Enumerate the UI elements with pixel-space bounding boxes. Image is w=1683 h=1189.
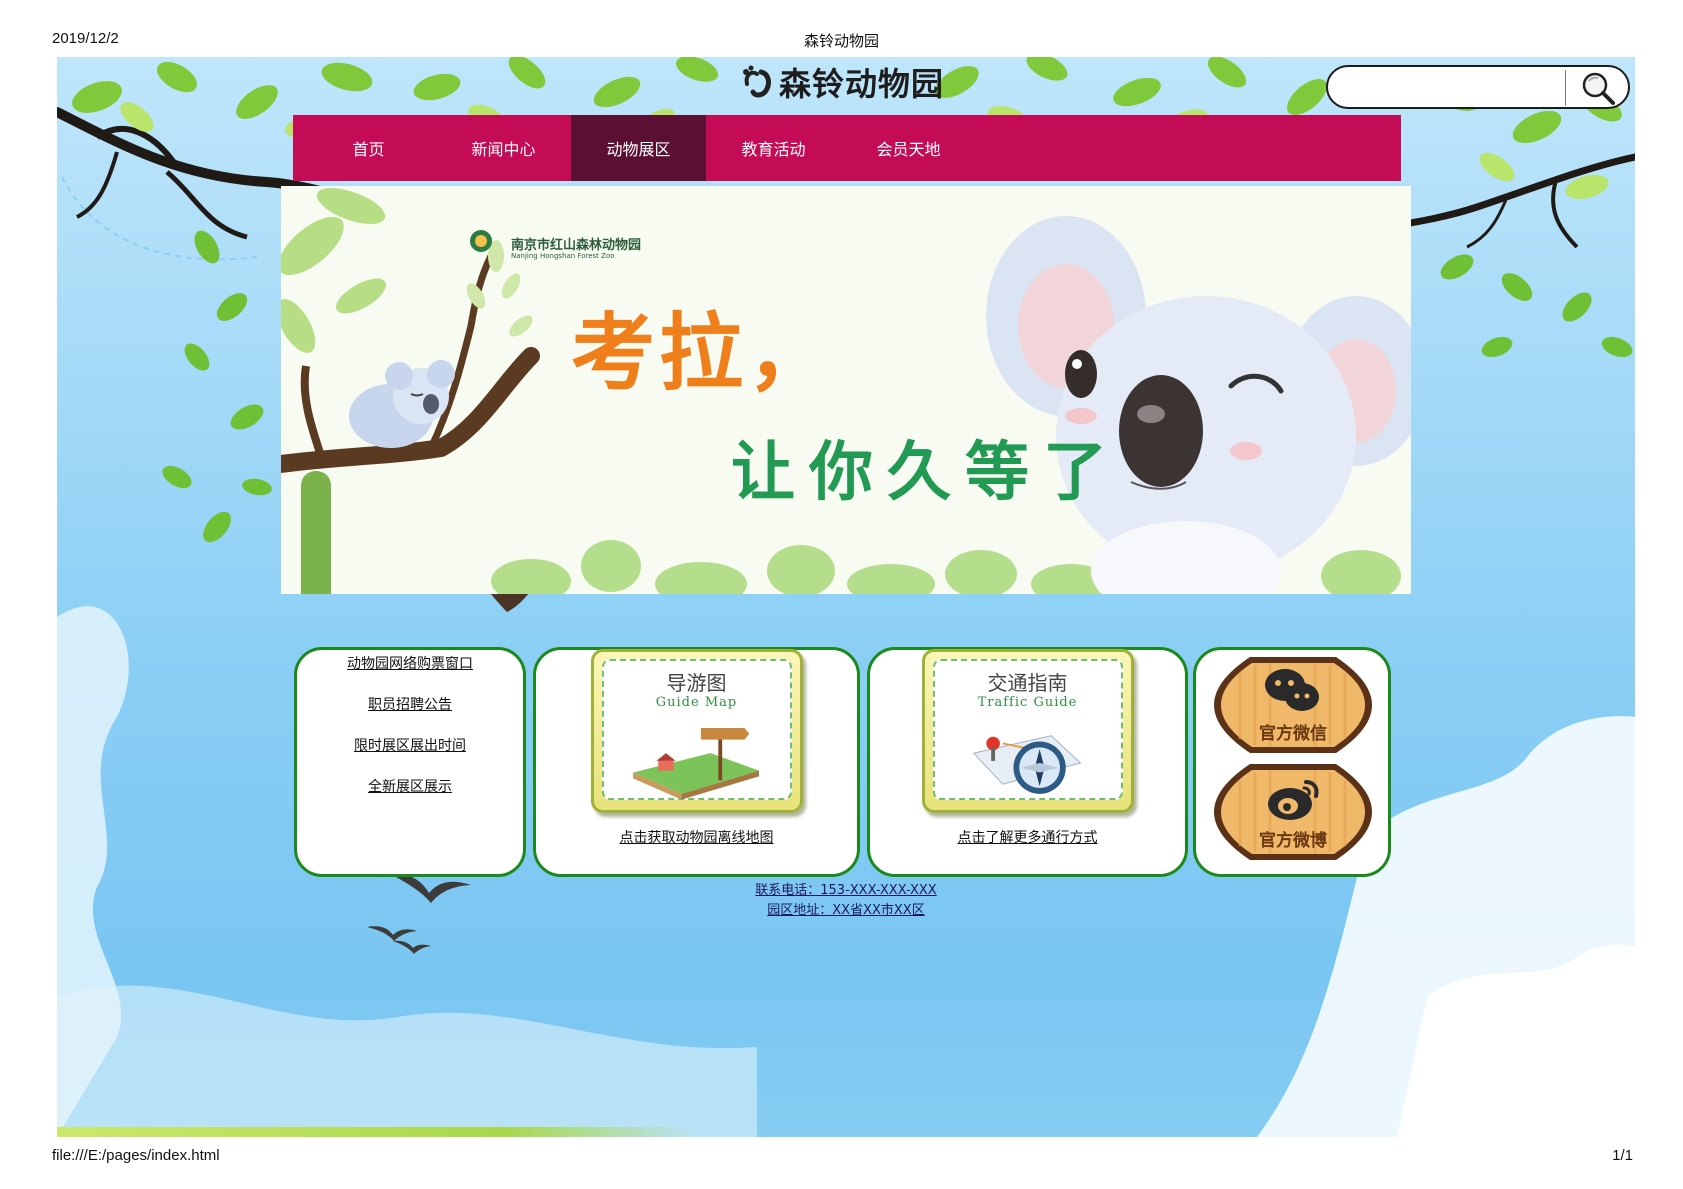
guide-map-subtitle: Guide Map [655,695,738,710]
banner-headline: 考拉， [571,304,836,402]
traffic-guide-card-inner: 交通指南 Traffic Guide [932,659,1123,800]
site-title: 森铃动物园 [779,65,945,103]
nav-item-home[interactable]: 首页 [301,115,436,181]
search-divider [1565,70,1566,106]
koala-illustration [281,186,1411,594]
banner-zoo-name-en: Nanjing Hongshan Forest Zoo [511,252,615,260]
search-input[interactable] [1346,73,1576,101]
social-panel: 官方微信 官方微博 [1193,647,1391,877]
link-offline-map[interactable]: 点击获取动物园离线地图 [620,830,774,846]
nav-item-news[interactable]: 新闻中心 [436,115,571,181]
compass-icon [972,735,1081,794]
print-page-number: 1/1 [1612,1147,1633,1164]
nav-item-members[interactable]: 会员天地 [841,115,976,181]
guide-map-panel: 导游图 Guide Map 点击获取动物园离线地图 [533,647,860,877]
traffic-guide-card[interactable]: 交通指南 Traffic Guide [921,649,1134,813]
map-icon [632,727,759,800]
link-new-exhibits[interactable]: 全新展区展示 [368,779,452,795]
contact-info: 联系电话：153-XXX-XXX-XXX 园区地址：XX省XX市XX区 [57,881,1635,921]
print-url: file:///E:/pages/index.html [52,1147,220,1164]
traffic-guide-subtitle: Traffic Guide [977,695,1078,710]
wechat-label: 官方微信 [1259,724,1327,744]
banner-zoo-name: 南京市红山森林动物园 [511,238,642,253]
paw-logo-icon [743,65,771,98]
link-more-routes[interactable]: 点击了解更多通行方式 [958,830,1098,846]
banner-subheadline: 让你久等了 [731,436,1121,510]
page-canvas: 森铃动物园 首页 新闻中心 动物展区 教育活动 会员天地 南京市红山森林动物园 … [57,57,1635,1137]
link-exhibit-hours[interactable]: 限时展区展出时间 [354,738,466,754]
site-logo[interactable]: 森铃动物园 [737,57,944,107]
ground-strip [57,1127,697,1137]
search-icon[interactable] [1571,69,1625,107]
contact-phone[interactable]: 联系电话：153-XXX-XXX-XXX [755,883,936,898]
traffic-guide-panel: 交通指南 Traffic Guide 点击了解更多通行方式 [867,647,1188,877]
koala-banner[interactable]: 南京市红山森林动物园 Nanjing Hongshan Forest Zoo 考… [281,186,1411,594]
print-title: 森铃动物园 [803,33,879,50]
guide-map-card[interactable]: 导游图 Guide Map [590,649,803,813]
link-job-recruitment[interactable]: 职员招聘公告 [368,697,452,713]
quick-links-panel: 动物园网络购票窗口 职员招聘公告 限时展区展出时间 全新展区展示 [294,647,526,877]
contact-address[interactable]: 园区地址：XX省XX市XX区 [767,903,924,918]
link-online-tickets[interactable]: 动物园网络购票窗口 [347,656,473,672]
nav-item-animal-exhibits[interactable]: 动物展区 [571,115,706,181]
main-nav: 首页 新闻中心 动物展区 教育活动 会员天地 [293,115,1401,181]
weibo-label: 官方微博 [1259,831,1327,851]
wechat-button[interactable]: 官方微信 [1210,653,1376,757]
guide-map-title: 导游图 [666,671,727,695]
search-box [1326,65,1630,109]
guide-map-card-inner: 导游图 Guide Map [601,659,792,800]
traffic-guide-title: 交通指南 [987,671,1068,695]
nav-item-education[interactable]: 教育活动 [706,115,841,181]
weibo-button[interactable]: 官方微博 [1210,760,1376,864]
